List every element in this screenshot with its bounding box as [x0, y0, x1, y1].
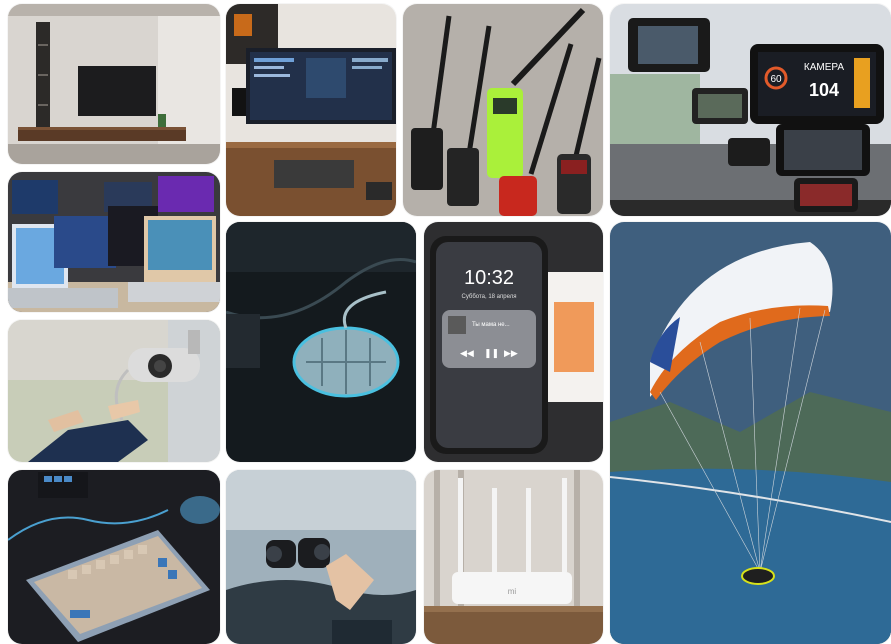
router-brand: mi	[508, 587, 517, 596]
cctv-icon	[8, 320, 220, 462]
gallery-tile-mechanical-keyboard[interactable]	[8, 470, 220, 644]
gallery-tile-walkie-talkies[interactable]	[403, 4, 603, 216]
gallery-tile-smartphone[interactable]: 10:32 Суббота, 18 апреля Ты мама не... ◀…	[424, 222, 603, 462]
gallery-tile-wifi-router[interactable]: mi	[424, 470, 603, 644]
gallery-tile-living-room-tv[interactable]	[8, 4, 220, 164]
radio-icon	[403, 4, 603, 216]
dashcam-speed-right: 104	[809, 80, 839, 100]
forward-icon: ▶▶	[504, 349, 518, 359]
gallery-tile-monitor-desk-setup[interactable]	[226, 4, 396, 216]
phone-icon: 10:32 Суббота, 18 апреля Ты мама не... ◀…	[424, 222, 603, 462]
mouse-icon	[226, 222, 416, 462]
phone-track-title: Ты мама не...	[472, 322, 510, 328]
phone-clock: 10:32	[464, 267, 514, 289]
router-icon: mi	[424, 470, 603, 644]
gallery-tile-cctv-camera[interactable]	[8, 320, 220, 462]
gallery-tile-gaming-mouse[interactable]	[226, 222, 416, 462]
camera-icon: 60 КАМЕРА 104	[610, 4, 891, 216]
gallery-tile-dashcams[interactable]: 60 КАМЕРА 104	[610, 4, 891, 216]
monitor-icon	[226, 4, 396, 216]
binoculars-icon	[226, 470, 416, 644]
pause-icon: ❚❚	[484, 349, 499, 359]
dashcam-label: КАМЕРА	[804, 62, 844, 73]
rewind-icon: ◀◀	[460, 349, 474, 359]
paraglider-icon	[610, 222, 891, 644]
gallery-tile-paraglider[interactable]	[610, 222, 891, 644]
gallery-tile-laptops[interactable]	[8, 172, 220, 312]
keyboard-icon	[8, 470, 220, 644]
gallery-tile-binoculars[interactable]	[226, 470, 416, 644]
tv-icon	[8, 4, 220, 164]
laptop-icon	[8, 172, 220, 312]
dashcam-speed-left: 60	[770, 74, 782, 85]
phone-date: Суббота, 18 апреля	[462, 294, 517, 300]
